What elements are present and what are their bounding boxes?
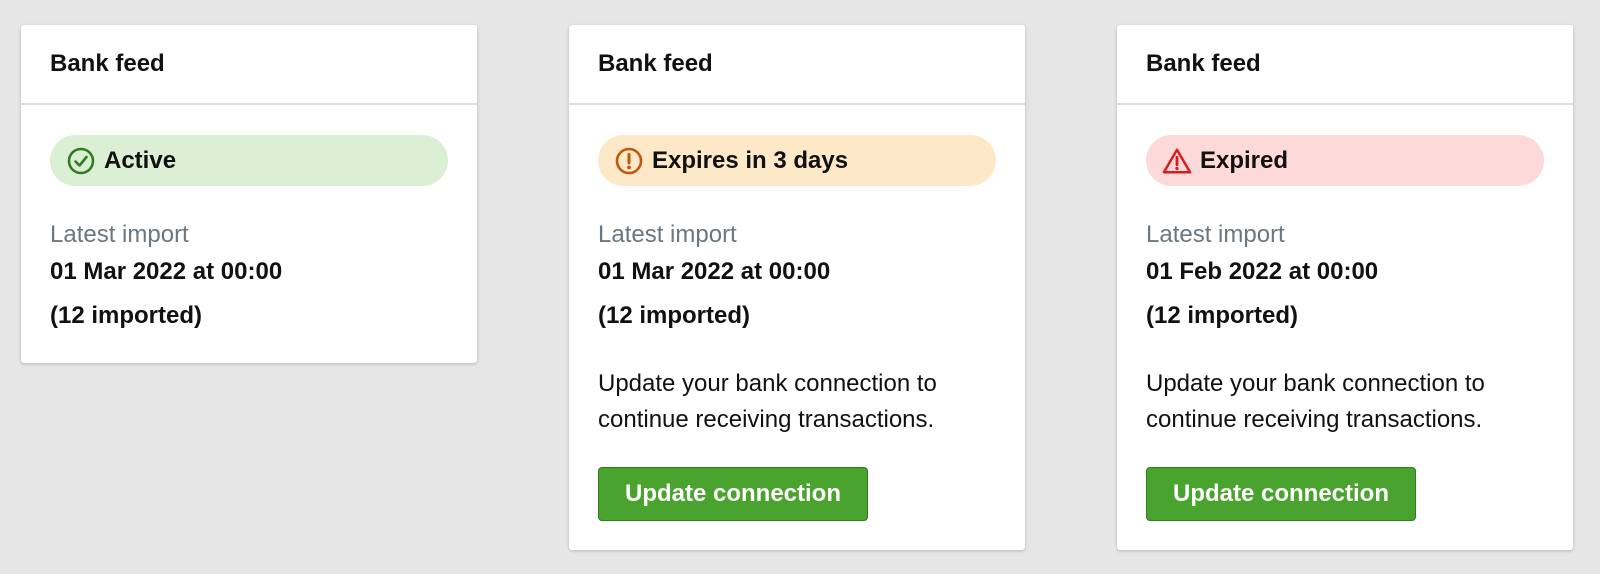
bank-feed-card-active: Bank feed Active Latest import 01 Mar 20… xyxy=(21,25,477,363)
status-label: Expired xyxy=(1200,146,1289,174)
update-message-line-1: Update your bank connection to xyxy=(1146,370,1485,397)
update-connection-button[interactable]: Update connection xyxy=(598,467,868,521)
card-title: Bank feed xyxy=(569,25,1025,105)
check-circle-icon xyxy=(66,146,96,176)
bank-feed-card-expiring: Bank feed Expires in 3 days Latest impor… xyxy=(569,25,1025,550)
card-title: Bank feed xyxy=(1117,25,1573,105)
latest-import-date: 01 Feb 2022 at 00:00 xyxy=(1146,258,1379,285)
bank-feed-card-expired: Bank feed Expired Latest import 01 Feb 2… xyxy=(1117,25,1573,550)
update-message-line-2: continue receiving transactions. xyxy=(598,406,935,433)
latest-import-date: 01 Mar 2022 at 00:00 xyxy=(50,258,283,285)
update-message: Update your bank connection to continue … xyxy=(1146,366,1544,438)
latest-import-label: Latest import xyxy=(598,221,737,248)
warning-triangle-icon xyxy=(1162,146,1192,176)
latest-import-label: Latest import xyxy=(1146,221,1285,248)
update-connection-button[interactable]: Update connection xyxy=(1146,467,1416,521)
status-label: Expires in 3 days xyxy=(652,146,849,174)
update-message-line-2: continue receiving transactions. xyxy=(1146,406,1483,433)
status-badge-expiring: Expires in 3 days xyxy=(598,135,996,186)
imported-count: (12 imported) xyxy=(1146,302,1299,329)
card-title: Bank feed xyxy=(21,25,477,105)
exclamation-circle-icon xyxy=(614,146,644,176)
status-badge-expired: Expired xyxy=(1146,135,1544,186)
update-message: Update your bank connection to continue … xyxy=(598,366,996,438)
status-badge-active: Active xyxy=(50,135,448,186)
imported-count: (12 imported) xyxy=(598,302,751,329)
latest-import-label: Latest import xyxy=(50,221,189,248)
imported-count: (12 imported) xyxy=(50,302,203,329)
latest-import-date: 01 Mar 2022 at 00:00 xyxy=(598,258,831,285)
update-message-line-1: Update your bank connection to xyxy=(598,370,937,397)
status-label: Active xyxy=(104,146,177,174)
